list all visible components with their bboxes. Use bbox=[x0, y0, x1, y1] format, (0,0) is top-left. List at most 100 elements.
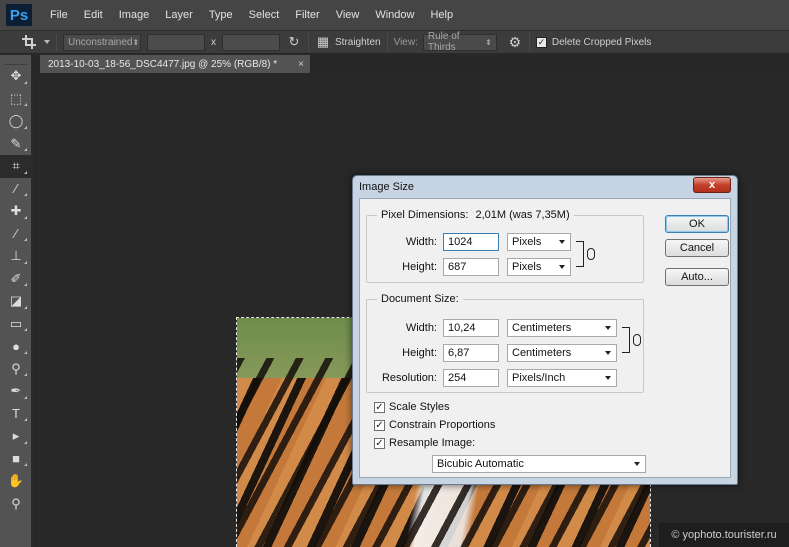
dodge-icon[interactable]: ⚲ bbox=[0, 358, 32, 381]
dialog-close-button[interactable]: x bbox=[693, 177, 731, 193]
document-size-legend: Document Size: bbox=[377, 293, 463, 305]
pixel-width-input[interactable]: 1024 bbox=[443, 233, 499, 251]
resample-image-label: Resample Image: bbox=[389, 437, 476, 449]
pixel-height-unit-select[interactable]: Pixels bbox=[507, 258, 571, 276]
menu-file[interactable]: File bbox=[42, 0, 76, 30]
pixel-height-input[interactable]: 687 bbox=[443, 258, 499, 276]
doc-width-input[interactable]: 10,24 bbox=[443, 319, 499, 337]
constrain-proportions-checkbox[interactable]: ✓ bbox=[374, 419, 385, 431]
clear-rotate-icon[interactable]: ↻ bbox=[286, 34, 302, 50]
toolbar-grip[interactable] bbox=[4, 55, 27, 65]
gradient-icon[interactable]: ▭ bbox=[0, 313, 32, 336]
scale-styles-row[interactable]: ✓ Scale Styles bbox=[374, 401, 450, 413]
menu-select[interactable]: Select bbox=[241, 0, 288, 30]
menu-view[interactable]: View bbox=[328, 0, 368, 30]
overlay-view-select[interactable]: Rule of Thirds ⬍ bbox=[422, 31, 497, 53]
divider bbox=[528, 33, 530, 51]
pixel-dimensions-value: 2,01M (was 7,35M) bbox=[475, 209, 570, 221]
menu-edit[interactable]: Edit bbox=[76, 0, 111, 30]
resolution-input[interactable]: 254 bbox=[443, 369, 499, 387]
menu-window[interactable]: Window bbox=[367, 0, 422, 30]
gear-icon[interactable]: ⚙ bbox=[507, 34, 523, 50]
resample-method-select[interactable]: Bicubic Automatic bbox=[432, 455, 646, 473]
menu-filter[interactable]: Filter bbox=[287, 0, 327, 30]
ok-button[interactable]: OK bbox=[665, 215, 729, 233]
resample-image-checkbox[interactable]: ✓ bbox=[374, 437, 385, 449]
history-brush-icon[interactable]: ✐ bbox=[0, 268, 32, 291]
pen-icon[interactable]: ✒ bbox=[0, 380, 32, 403]
overlay-view-value: Rule of Thirds bbox=[427, 31, 460, 53]
swap-dimensions-symbol[interactable]: x bbox=[211, 37, 216, 48]
crop-icon[interactable]: ⌗ bbox=[0, 155, 32, 178]
crop-tool-preset-icon[interactable] bbox=[22, 35, 36, 49]
pixel-width-unit-select[interactable]: Pixels bbox=[507, 233, 571, 251]
updown-arrows-icon: ⬍ bbox=[485, 37, 492, 47]
options-bar: Unconstrained ⬍ x ↻ ▦ Straighten View: R… bbox=[0, 30, 789, 54]
blur-icon[interactable]: ● bbox=[0, 335, 32, 358]
chain-link-icon bbox=[633, 334, 641, 346]
hand-icon[interactable]: ✋ bbox=[0, 470, 32, 493]
menu-layer[interactable]: Layer bbox=[157, 0, 201, 30]
pixel-dimensions-label: Pixel Dimensions: bbox=[381, 209, 469, 221]
cancel-button[interactable]: Cancel bbox=[665, 239, 729, 257]
quick-select-icon[interactable]: ✎ bbox=[0, 133, 32, 156]
clone-stamp-icon[interactable]: ⊥ bbox=[0, 245, 32, 268]
healing-brush-icon[interactable]: ✚ bbox=[0, 200, 32, 223]
dialog-title: Image Size bbox=[359, 180, 415, 193]
document-size-group: Document Size: Width: 10,24 Centimeters … bbox=[366, 293, 644, 393]
pixel-dimensions-group: Pixel Dimensions: 2,01M (was 7,35M) Widt… bbox=[366, 209, 644, 283]
marquee-icon[interactable]: ⬚ bbox=[0, 88, 32, 111]
lasso-icon[interactable]: ◯ bbox=[0, 110, 32, 133]
dialog-body: Pixel Dimensions: 2,01M (was 7,35M) Widt… bbox=[359, 198, 731, 478]
ratio-preset-value: Unconstrained bbox=[68, 36, 133, 48]
scale-styles-label: Scale Styles bbox=[389, 401, 450, 413]
type-icon[interactable]: T bbox=[0, 403, 32, 426]
delete-cropped-label: Delete Cropped Pixels bbox=[551, 36, 652, 48]
divider bbox=[386, 33, 388, 51]
brush-icon[interactable]: ⁄ bbox=[0, 223, 32, 246]
view-label: View: bbox=[393, 36, 418, 48]
divider bbox=[308, 33, 309, 51]
document-tab-title: 2013-10-03_18-56_DSC4477.jpg @ 25% (RGB/… bbox=[48, 58, 278, 70]
scale-styles-checkbox[interactable]: ✓ bbox=[374, 401, 385, 413]
menu-help[interactable]: Help bbox=[422, 0, 461, 30]
eraser-icon[interactable]: ◪ bbox=[0, 290, 32, 313]
pixel-dimensions-legend: Pixel Dimensions: 2,01M (was 7,35M) bbox=[377, 209, 574, 221]
photoshop-logo: Ps bbox=[6, 4, 32, 26]
doc-width-unit-select[interactable]: Centimeters bbox=[507, 319, 617, 337]
image-size-dialog: Image Size x Pixel Dimensions: 2,01M (wa… bbox=[352, 175, 738, 485]
tools-panel: ✥ ⬚ ◯ ✎ ⌗ ⁄ ✚ ⁄ ⊥ ✐ ◪ ▭ ● ⚲ ✒ T ▸ ■ ✋ ⚲ bbox=[0, 55, 32, 547]
pixel-link-bracket bbox=[576, 241, 584, 267]
dialog-titlebar[interactable]: Image Size x bbox=[353, 176, 737, 197]
straighten-icon[interactable]: ▦ bbox=[315, 34, 331, 50]
resolution-unit-select[interactable]: Pixels/Inch bbox=[507, 369, 617, 387]
chain-link-icon bbox=[587, 248, 595, 260]
close-icon[interactable]: × bbox=[298, 59, 304, 70]
menu-type[interactable]: Type bbox=[201, 0, 241, 30]
shape-icon[interactable]: ■ bbox=[0, 448, 32, 471]
divider bbox=[56, 33, 57, 51]
resample-image-row[interactable]: ✓ Resample Image: bbox=[374, 437, 475, 449]
constrain-proportions-label: Constrain Proportions bbox=[389, 419, 496, 431]
zoom-icon[interactable]: ⚲ bbox=[0, 493, 32, 516]
ratio-preset-select[interactable]: Unconstrained ⬍ bbox=[63, 33, 141, 51]
doc-height-unit-select[interactable]: Centimeters bbox=[507, 344, 617, 362]
doc-width-label: Width: bbox=[405, 322, 437, 334]
tool-preset-caret-icon[interactable] bbox=[44, 40, 50, 44]
constrain-proportions-row[interactable]: ✓ Constrain Proportions bbox=[374, 419, 495, 431]
doc-height-label: Height: bbox=[402, 347, 437, 359]
menu-bar: Ps File Edit Image Layer Type Select Fil… bbox=[0, 0, 789, 30]
menu-image[interactable]: Image bbox=[111, 0, 158, 30]
straighten-label[interactable]: Straighten bbox=[335, 37, 381, 48]
crop-height-input[interactable] bbox=[222, 33, 280, 51]
move-icon[interactable]: ✥ bbox=[0, 65, 32, 88]
doc-height-input[interactable]: 6,87 bbox=[443, 344, 499, 362]
eyedropper-icon[interactable]: ⁄ bbox=[0, 178, 32, 201]
delete-cropped-checkbox[interactable]: ✓ bbox=[535, 36, 547, 48]
document-tab[interactable]: 2013-10-03_18-56_DSC4477.jpg @ 25% (RGB/… bbox=[40, 55, 310, 73]
crop-width-input[interactable] bbox=[147, 33, 205, 51]
auto-button[interactable]: Auto... bbox=[665, 268, 729, 286]
path-select-icon[interactable]: ▸ bbox=[0, 425, 32, 448]
watermark: © yophoto.tourister.ru bbox=[659, 523, 789, 547]
doc-link-bracket bbox=[622, 327, 630, 353]
